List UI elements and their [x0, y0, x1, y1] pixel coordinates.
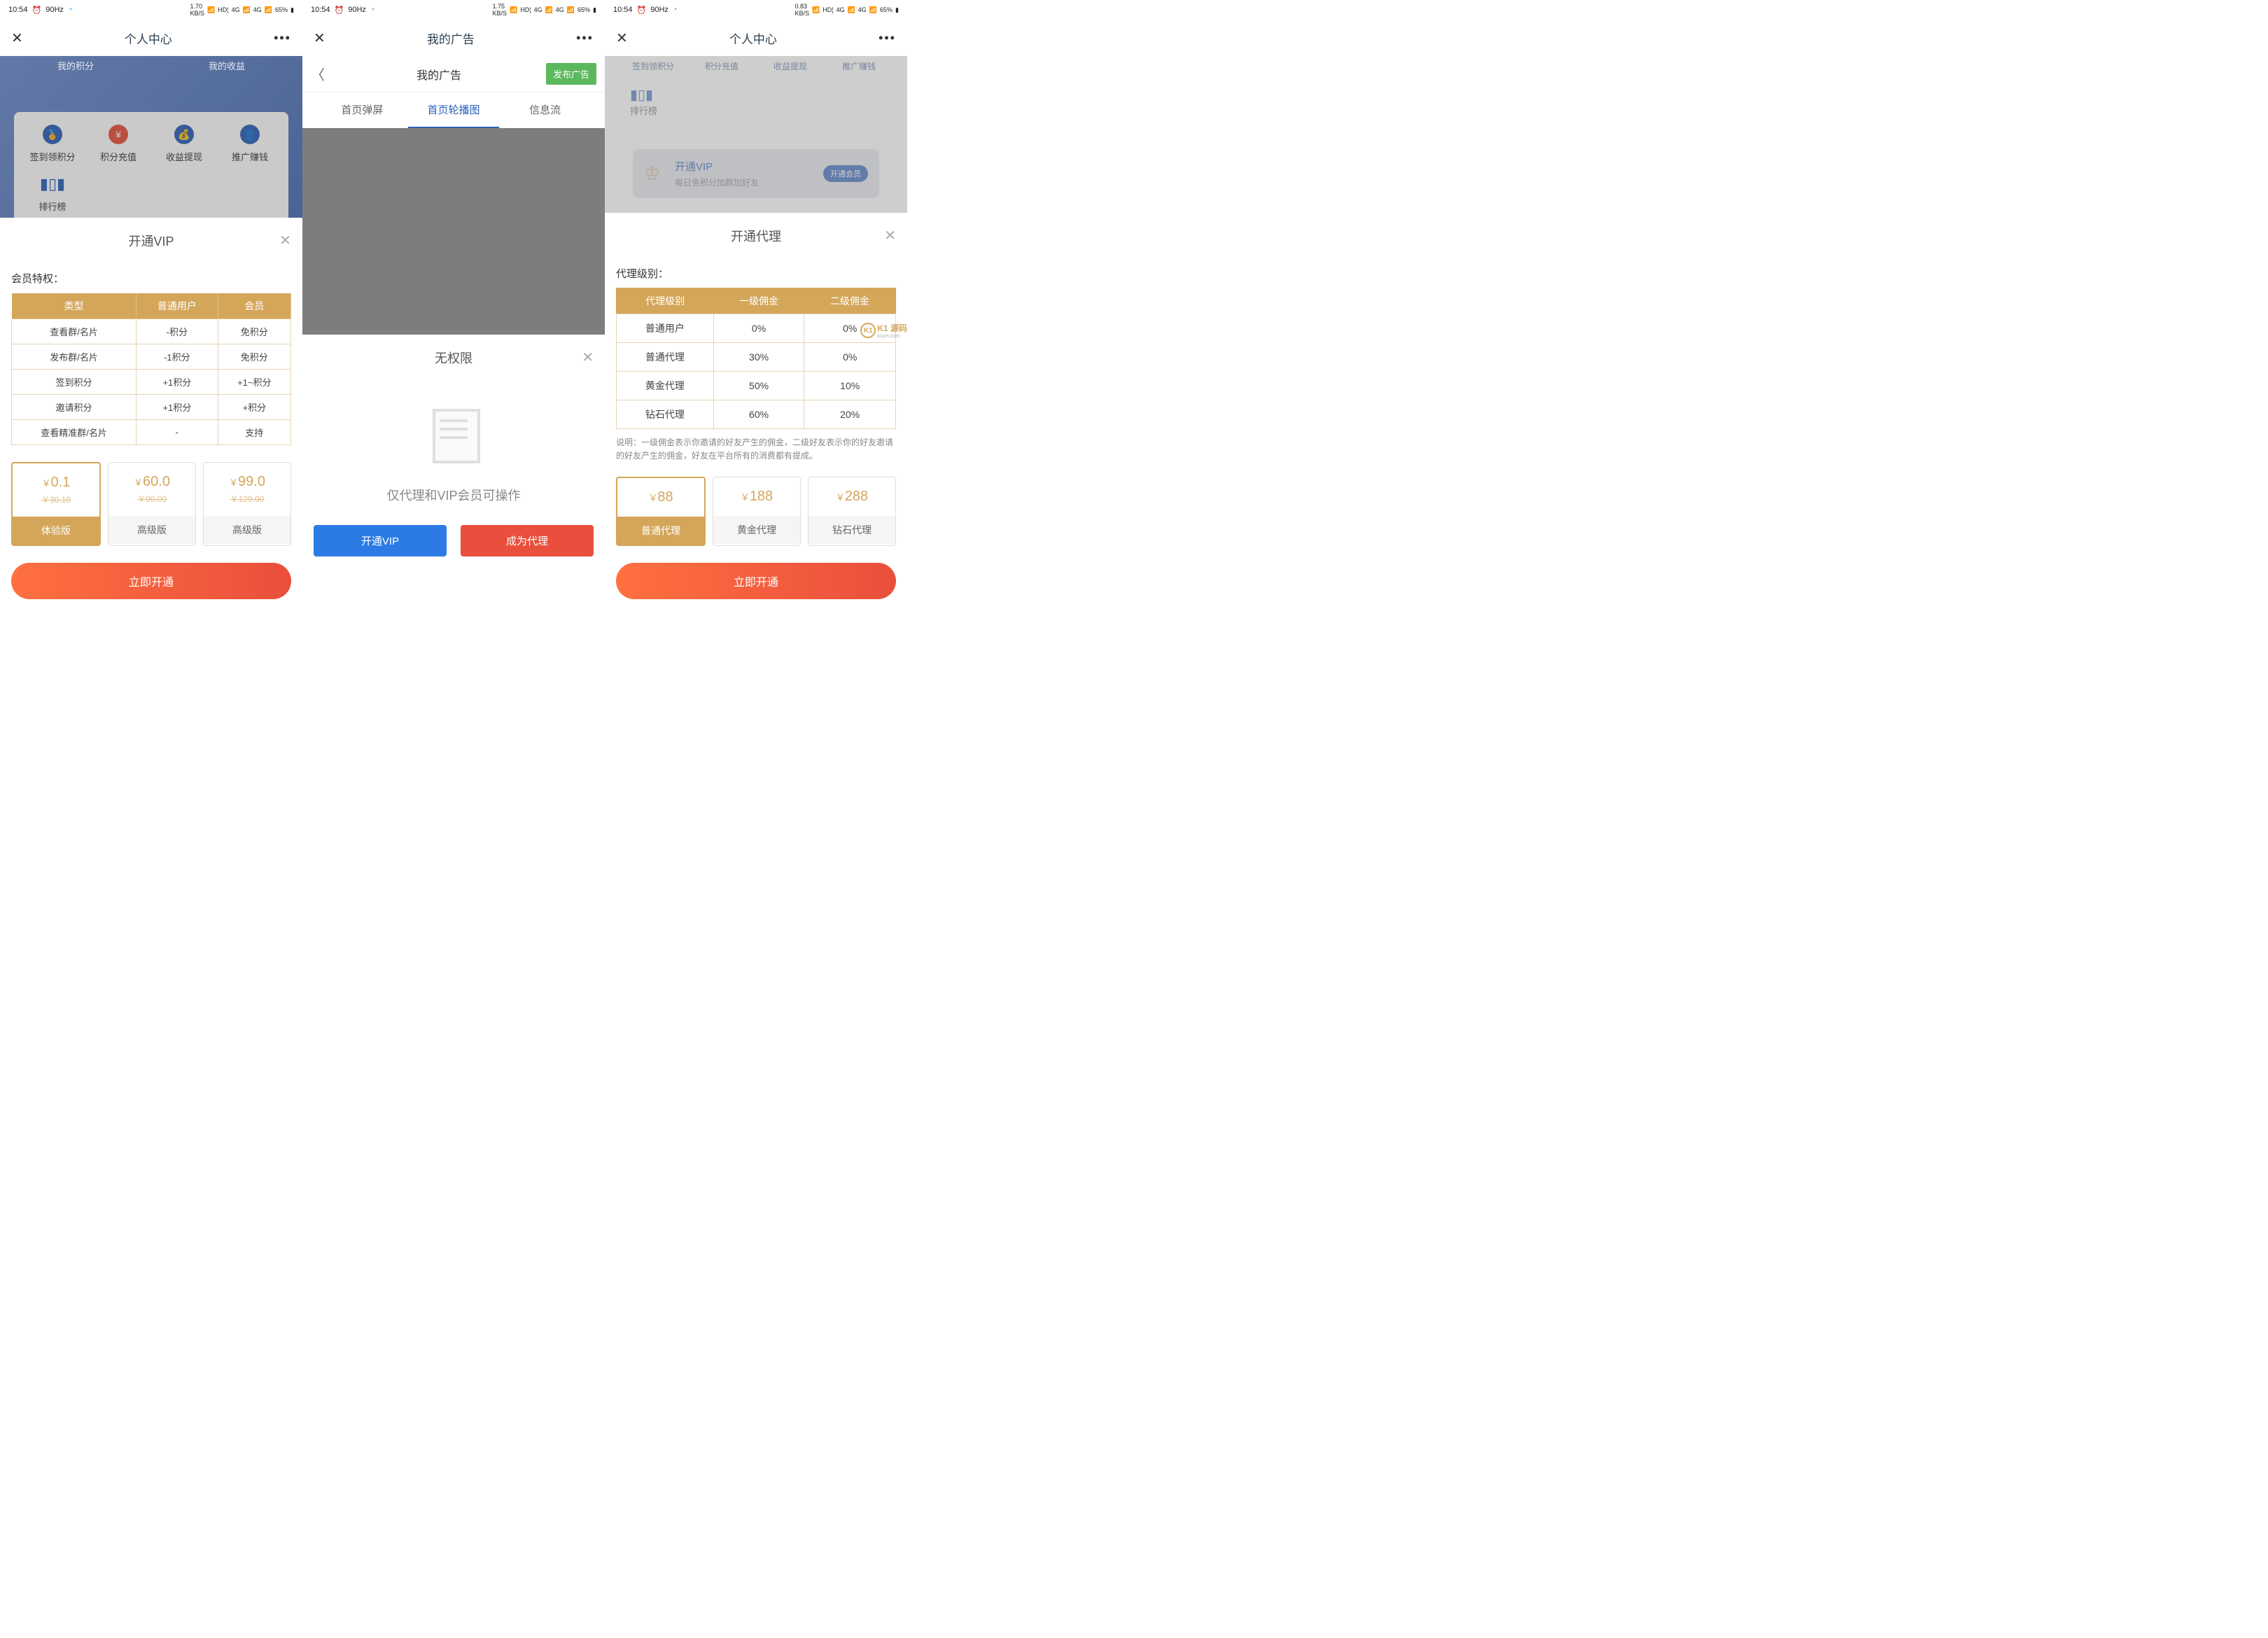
vip-modal: 开通VIP ✕ 会员特权： 类型 普通用户 会员 查看群/名片-积分免积分 发布… — [0, 218, 302, 616]
vip-plans: ￥0.1￥30.10 体验版 ￥60.0￥90.00 高级版 ￥99.0￥129… — [11, 462, 291, 546]
alarm-icon: ⏰ — [335, 6, 344, 15]
open-agent-button[interactable]: 立即开通 — [616, 563, 896, 599]
page-title: 个人中心 — [125, 29, 172, 47]
plan-normal-agent[interactable]: ￥88 普通代理 — [616, 477, 706, 546]
agent-note: 说明：一级佣金表示你邀请的好友产生的佣金，二级好友表示你的好友邀请的好友产生的佣… — [616, 436, 896, 463]
table-row: 钻石代理60%20% — [617, 400, 896, 428]
close-icon[interactable]: ✕ — [11, 29, 23, 47]
privilege-table: 类型 普通用户 会员 查看群/名片-积分免积分 发布群/名片-1积分免积分 签到… — [11, 293, 291, 445]
table-row: 普通代理30%0% — [617, 342, 896, 371]
table-row: 黄金代理50%10% — [617, 371, 896, 400]
k1-logo-icon: K1 — [860, 323, 876, 338]
menu-ranking[interactable]: ▮▯▮排行榜 — [20, 174, 85, 213]
table-row: 查看精准群/名片-支持 — [12, 420, 291, 445]
battery-icon: ▮ — [593, 6, 596, 14]
watermark: K1 K1 源码 k1ym.com — [860, 322, 907, 339]
badge-icon: 🏅 — [43, 125, 62, 144]
agent-plans: ￥88 普通代理 ￥188 黄金代理 ￥288 钻石代理 — [616, 477, 896, 546]
table-row: 普通用户0%0% — [617, 314, 896, 342]
screen-agent: 10:54 ⏰ 90Hz ◔ 0.83KB/S 📶 HD¦ 4G📶 4G📶 65… — [605, 0, 907, 616]
permission-modal: 无权限 ✕ 仅代理和VIP会员可操作 开通VIP 成为代理 — [302, 335, 605, 573]
plan-advanced-1[interactable]: ￥60.0￥90.00 高级版 — [108, 462, 196, 546]
close-icon[interactable]: ✕ — [279, 232, 291, 249]
tab-feed[interactable]: 信息流 — [499, 92, 591, 128]
status-bar: 10:54 ⏰ 90Hz ◔ 1.70KB/S 📶 HD¦ 4G📶 4G📶 65… — [0, 0, 302, 20]
bag-icon: 💰 — [174, 125, 194, 144]
yen-icon: ¥ — [108, 125, 128, 144]
alarm-icon: ⏰ — [637, 6, 647, 15]
app-header: ✕ 个人中心 ••• — [605, 20, 907, 56]
open-vip-button[interactable]: 开通VIP — [314, 525, 447, 556]
agent-modal-title: 开通代理 — [731, 227, 781, 245]
screen-vip: 10:54 ⏰ 90Hz ◔ 1.70KB/S 📶 HD¦ 4G📶 4G📶 65… — [0, 0, 302, 616]
menu-recharge[interactable]: ¥积分充值 — [85, 125, 151, 163]
empty-state: 仅代理和VIP会员可操作 — [314, 388, 594, 525]
page-title: 个人中心 — [729, 29, 777, 47]
menu-card: 🏅签到领积分 ¥积分充值 💰收益提现 👤推广赚钱 ▮▯▮排行榜 — [14, 112, 288, 231]
publish-ad-button[interactable]: 发布广告 — [546, 63, 596, 85]
menu-promote[interactable]: 👤推广赚钱 — [217, 125, 283, 163]
plan-gold-agent[interactable]: ￥188 黄金代理 — [713, 477, 801, 546]
agent-modal: 开通代理 ✕ 代理级别： 代理级别 一级佣金 二级佣金 普通用户0%0% 普通代… — [605, 213, 907, 616]
plan-trial[interactable]: ￥0.1￥30.10 体验版 — [11, 462, 101, 546]
app-header: ✕ 个人中心 ••• — [0, 20, 302, 56]
close-icon[interactable]: ✕ — [616, 29, 628, 47]
sub-header: 〈 我的广告 发布广告 — [302, 56, 605, 92]
agent-level-table: 代理级别 一级佣金 二级佣金 普通用户0%0% 普通代理30%0% 黄金代理50… — [616, 288, 896, 429]
empty-icon — [412, 402, 496, 472]
close-icon[interactable]: ✕ — [884, 227, 896, 244]
plan-advanced-2[interactable]: ￥99.0￥129.00 高级版 — [203, 462, 291, 546]
close-icon[interactable]: ✕ — [582, 349, 594, 366]
status-bar: 10:54 ⏰ 90Hz ◔ 1.75KB/S 📶 HD¦ 4G📶 4G📶 65… — [302, 0, 605, 20]
dimmed-content — [302, 128, 605, 335]
more-icon[interactable]: ••• — [878, 31, 896, 46]
tab-carousel[interactable]: 首页轮播图 — [408, 92, 500, 128]
chart-icon: ▮▯▮ — [43, 174, 62, 194]
vip-modal-title: 开通VIP — [128, 232, 174, 250]
battery-icon: ▮ — [290, 6, 294, 14]
screen-ads: 10:54 ⏰ 90Hz ◔ 1.75KB/S 📶 HD¦ 4G📶 4G📶 65… — [302, 0, 605, 616]
empty-text: 仅代理和VIP会员可操作 — [314, 486, 594, 504]
status-battery: 65% — [275, 6, 288, 13]
profile-summary: 我的积分 我的收益 — [0, 59, 302, 72]
alarm-icon: ⏰ — [32, 6, 42, 15]
weather-icon: ◔ — [370, 6, 375, 14]
my-earnings-label: 我的收益 — [151, 59, 302, 72]
wifi-icon: 📶 — [207, 6, 215, 14]
become-agent-button[interactable]: 成为代理 — [461, 525, 594, 556]
menu-withdraw[interactable]: 💰收益提现 — [151, 125, 217, 163]
status-hz: 90Hz — [46, 6, 64, 14]
more-icon[interactable]: ••• — [274, 31, 291, 46]
page-title: 我的广告 — [427, 29, 475, 47]
wifi-icon: 📶 — [812, 6, 820, 14]
status-kbs: 1.70 — [190, 3, 202, 10]
menu-checkin[interactable]: 🏅签到领积分 — [20, 125, 85, 163]
privilege-label: 会员特权： — [11, 271, 291, 286]
weather-icon: ◔ — [68, 6, 73, 14]
level-label: 代理级别： — [616, 266, 896, 281]
ad-tabs: 首页弹屏 首页轮播图 信息流 — [302, 92, 605, 128]
status-bar: 10:54 ⏰ 90Hz ◔ 0.83KB/S 📶 HD¦ 4G📶 4G📶 65… — [605, 0, 907, 20]
app-header: ✕ 我的广告 ••• — [302, 20, 605, 56]
table-row: 邀请积分+1积分+积分 — [12, 395, 291, 420]
weather-icon: ◔ — [673, 6, 678, 14]
table-row: 发布群/名片-1积分免积分 — [12, 344, 291, 370]
my-points-label: 我的积分 — [0, 59, 151, 72]
tab-popup[interactable]: 首页弹屏 — [316, 92, 408, 128]
person-icon: 👤 — [240, 125, 260, 144]
plan-diamond-agent[interactable]: ￥288 钻石代理 — [808, 477, 896, 546]
sub-title: 我的广告 — [311, 66, 546, 83]
permission-title: 无权限 — [435, 349, 472, 367]
battery-icon: ▮ — [895, 6, 899, 14]
status-time: 10:54 — [8, 6, 28, 14]
wifi-icon: 📶 — [510, 6, 517, 14]
more-icon[interactable]: ••• — [576, 31, 594, 46]
close-icon[interactable]: ✕ — [314, 29, 326, 47]
dim-overlay — [605, 56, 907, 224]
table-row: 签到积分+1积分+1~积分 — [12, 370, 291, 395]
open-vip-button[interactable]: 立即开通 — [11, 563, 291, 599]
table-row: 查看群/名片-积分免积分 — [12, 319, 291, 344]
